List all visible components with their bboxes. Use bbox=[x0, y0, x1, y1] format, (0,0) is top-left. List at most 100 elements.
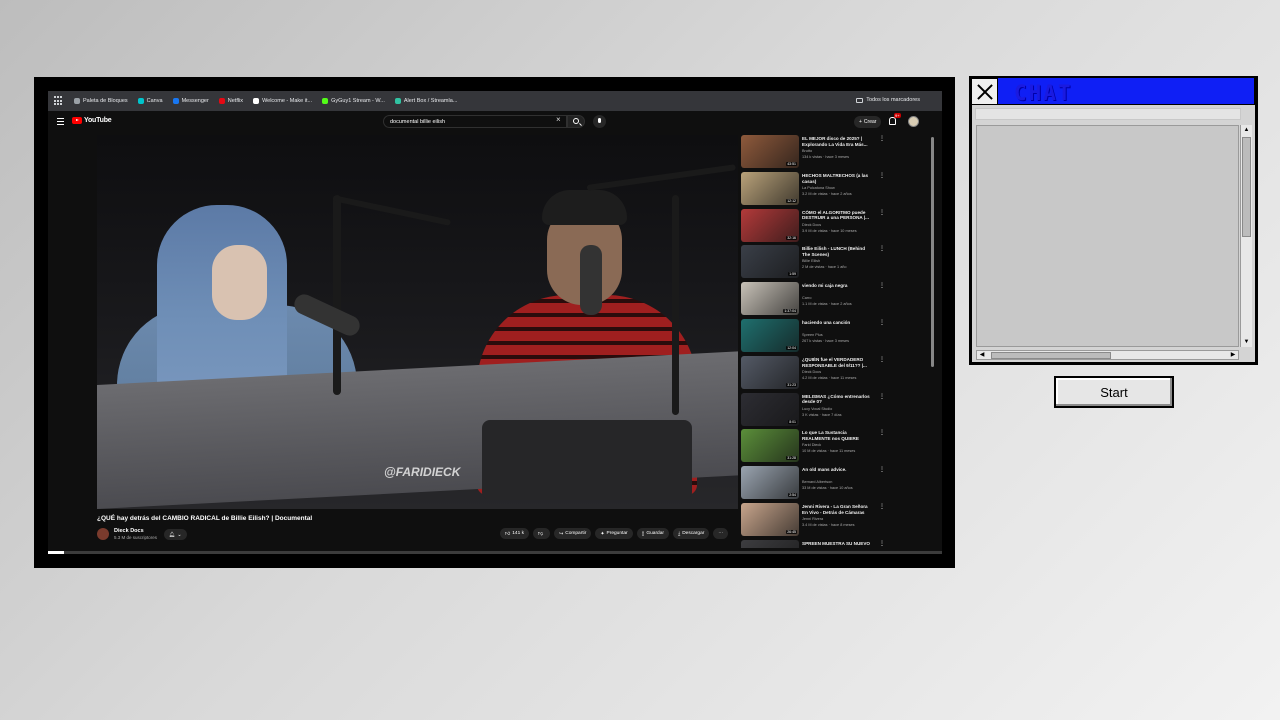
recommendation-item[interactable]: 43:51 EL MEJOR disco de 2025? | Explorand… bbox=[741, 135, 891, 170]
recommendation-thumbnail[interactable]: 26:45 bbox=[741, 503, 799, 536]
share-button[interactable]: ↪ Compartir bbox=[554, 528, 592, 539]
search-input[interactable]: documental billie eilish bbox=[383, 115, 567, 128]
chat-vertical-scroll-thumb[interactable] bbox=[1242, 137, 1251, 237]
video-progress-bar[interactable] bbox=[48, 551, 942, 554]
bookmark-item[interactable]: Messenger bbox=[172, 98, 209, 104]
thumbs-up-icon: 👍︎ bbox=[505, 530, 511, 537]
subscription-bell-button[interactable]: 🔔︎ ⌄ bbox=[164, 529, 187, 540]
recommendation-item[interactable]: SPREEN MUESTRA SU NUEVO ⋮ bbox=[741, 539, 891, 548]
more-vertical-icon[interactable]: ⋮ bbox=[879, 430, 885, 436]
recommendation-item[interactable]: 12:04 haciendo una canción Spreen Plus 267 … bbox=[741, 319, 891, 354]
recommendation-thumbnail[interactable]: 12:04 bbox=[741, 319, 799, 352]
more-vertical-icon[interactable]: ⋮ bbox=[879, 357, 885, 363]
recommendation-thumbnail[interactable]: 1:37:04 bbox=[741, 282, 799, 316]
bookmark-item[interactable]: Welcome - Make it... bbox=[253, 98, 312, 104]
bookmark-item[interactable]: GyGuy1 Stream - W... bbox=[322, 98, 385, 104]
channel-avatar[interactable] bbox=[97, 528, 109, 540]
scroll-up-arrow-icon[interactable]: ▲ bbox=[1241, 125, 1252, 135]
channel-name[interactable]: Dieck Docs bbox=[114, 528, 144, 534]
recommendation-title: CÓMO el ALGORITMO puede DESTRUIR a una P… bbox=[802, 209, 869, 221]
recommendation-thumbnail[interactable]: 43:51 bbox=[741, 135, 799, 168]
chat-horizontal-scrollbar[interactable]: ◀ ▶ bbox=[976, 350, 1239, 360]
share-icon: ↪ bbox=[559, 530, 564, 537]
more-vertical-icon[interactable]: ⋮ bbox=[879, 246, 885, 252]
bookmark-item[interactable]: Alert Box / Streamla... bbox=[394, 98, 457, 104]
recommendation-title: HECHOS MALTRECHOS (a las casas) bbox=[802, 172, 869, 184]
more-vertical-icon[interactable]: ⋮ bbox=[879, 283, 885, 289]
more-vertical-icon[interactable]: ⋮ bbox=[879, 320, 885, 326]
more-vertical-icon[interactable]: ⋮ bbox=[879, 394, 885, 400]
chat-messages-area[interactable] bbox=[976, 125, 1239, 347]
more-vertical-icon[interactable]: ⋮ bbox=[879, 173, 885, 179]
scroll-down-arrow-icon[interactable]: ▼ bbox=[1241, 337, 1252, 347]
recommendation-thumbnail[interactable]: 8:01 bbox=[741, 392, 799, 426]
video-mic bbox=[580, 245, 602, 315]
recommendation-item[interactable]: 12:12 HECHOS MALTRECHOS (a las casas) La P… bbox=[741, 171, 891, 207]
bookmark-item[interactable]: Netflix bbox=[218, 98, 243, 104]
recommendation-item[interactable]: 26:45 Jenni Rivera - La Gran Señora En Vi… bbox=[741, 503, 891, 538]
bookmark-item[interactable]: Canva bbox=[137, 98, 163, 104]
chat-horizontal-scroll-thumb[interactable] bbox=[991, 352, 1111, 359]
page-scrollbar-thumb[interactable] bbox=[931, 137, 934, 367]
recommendation-thumbnail[interactable]: 32:16 bbox=[741, 208, 799, 242]
notifications-icon[interactable] bbox=[889, 117, 896, 125]
recommendation-item[interactable]: 1:59 Billie Eilish - LUNCH (Behind The Sc… bbox=[741, 245, 891, 280]
recommendation-meta: 3.2 M de vistas · hace 2 años bbox=[802, 191, 852, 196]
recommendation-item[interactable]: 32:16 CÓMO el ALGORITMO puede DESTRUIR a … bbox=[741, 208, 891, 244]
more-vertical-icon[interactable]: ⋮ bbox=[879, 467, 885, 473]
chat-title-bar[interactable]: CHAT bbox=[971, 78, 1254, 105]
menu-icon[interactable] bbox=[57, 118, 64, 127]
recommendation-channel: Dieck Docs bbox=[802, 222, 822, 227]
recommendation-thumbnail[interactable] bbox=[741, 539, 799, 548]
bookmark-item[interactable]: Paleta de Bloques bbox=[74, 98, 128, 104]
video-player[interactable]: @FARIDIECK bbox=[97, 135, 738, 509]
recommendation-item[interactable]: 31:28 Lo que La Sustancia REALMENTE nos Q… bbox=[741, 429, 891, 464]
search-button[interactable] bbox=[567, 115, 585, 128]
recommendation-channel: Bernard Albertson bbox=[802, 480, 833, 485]
recommendation-thumbnail[interactable]: 1:59 bbox=[741, 245, 799, 279]
scroll-left-arrow-icon[interactable]: ◀ bbox=[977, 351, 987, 360]
recommendation-channel: La Pulcatona Show bbox=[802, 185, 835, 190]
youtube-logo[interactable]: YouTube bbox=[72, 117, 112, 124]
more-vertical-icon[interactable]: ⋮ bbox=[879, 541, 885, 547]
more-vertical-icon[interactable]: ⋮ bbox=[879, 504, 885, 510]
recommendation-thumbnail[interactable]: 31:23 bbox=[741, 355, 799, 389]
recommendation-channel: Carro bbox=[802, 296, 812, 301]
more-vertical-icon[interactable]: ⋮ bbox=[879, 210, 885, 216]
ask-button[interactable]: ✦ Preguntar bbox=[595, 528, 633, 539]
avatar[interactable] bbox=[908, 116, 919, 127]
recommendation-meta: 3.9 M de vistas · hace 10 meses bbox=[802, 228, 857, 233]
like-count: 141 k bbox=[512, 531, 524, 536]
recommendation-thumbnail[interactable]: 31:28 bbox=[741, 429, 799, 463]
more-vertical-icon[interactable]: ⋮ bbox=[879, 136, 885, 142]
search-icon bbox=[573, 118, 579, 124]
recommendation-item[interactable]: 8:01 MELISMAS ¿Cómo entrenarlos desde 0? L… bbox=[741, 392, 891, 428]
recommendation-thumbnail[interactable]: 12:12 bbox=[741, 171, 799, 205]
save-button[interactable]: ▯ Guardar bbox=[636, 528, 669, 539]
all-bookmarks-button[interactable]: Todos los marcadores bbox=[856, 97, 920, 103]
download-button[interactable]: ⤓ Descargar bbox=[672, 528, 710, 539]
thumbs-down-icon: 👎︎ bbox=[537, 530, 544, 537]
create-button[interactable]: + Crear bbox=[854, 116, 882, 128]
chat-body: ▲ ▼ ◀ ▶ bbox=[972, 105, 1255, 362]
scroll-right-arrow-icon[interactable]: ▶ bbox=[1228, 351, 1238, 360]
dislike-button[interactable]: 👎︎ bbox=[532, 528, 551, 539]
duration-badge: 2:54 bbox=[788, 493, 797, 498]
clear-search-icon[interactable]: × bbox=[556, 116, 561, 124]
apps-grid-icon[interactable] bbox=[54, 96, 64, 106]
search-query: documental billie eilish bbox=[390, 119, 446, 125]
like-button[interactable]: 👍︎ 141 k bbox=[500, 528, 529, 539]
recommendation-item[interactable]: 31:23 ¿QUIÉN fue el VERDADERO RESPONSABLE… bbox=[741, 355, 891, 391]
plus-icon: + bbox=[859, 119, 862, 125]
recommendation-thumbnail[interactable]: 2:54 bbox=[741, 466, 799, 500]
recommendation-meta: 3.4 M de vistas · hace 8 meses bbox=[802, 523, 855, 527]
recommendation-item[interactable]: 1:37:04 viendo mi caja negra Carro 1.1 M de… bbox=[741, 282, 891, 317]
recommendation-meta: 267 k vistas · hace 3 meses bbox=[802, 339, 850, 343]
more-actions-button[interactable]: ··· bbox=[713, 528, 729, 539]
chat-vertical-scrollbar[interactable]: ▲ ▼ bbox=[1240, 125, 1252, 347]
page-scrollbar[interactable] bbox=[930, 133, 936, 553]
recommendation-item[interactable]: 2:54 An old mans advice. Bernard Albertson… bbox=[741, 466, 891, 501]
start-button[interactable]: Start bbox=[1054, 376, 1174, 408]
close-icon[interactable] bbox=[971, 78, 998, 105]
voice-search-icon[interactable] bbox=[593, 115, 606, 128]
